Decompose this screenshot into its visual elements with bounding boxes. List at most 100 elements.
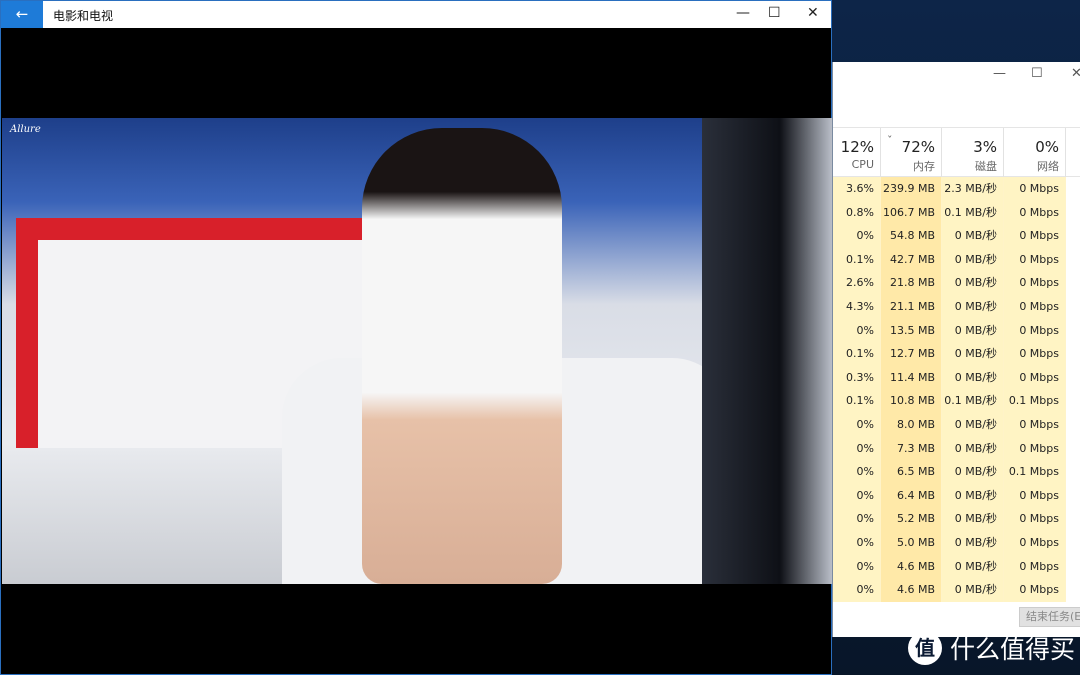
disk-cell: 0 MB/秒 bbox=[942, 247, 1004, 272]
logo-text: 什么值得买 bbox=[950, 635, 1076, 664]
cpu-cell: 0% bbox=[833, 436, 881, 461]
disk-cell: 0 MB/秒 bbox=[942, 507, 1004, 531]
network-cell: 0 Mbps bbox=[1004, 224, 1066, 248]
network-cell: 0 Mbps bbox=[1004, 554, 1066, 579]
memory-cell: 54.8 MB bbox=[881, 224, 942, 248]
process-row[interactable]: 0.1% 12.7 MB 0 MB/秒 0 Mbps bbox=[833, 342, 1080, 366]
network-cell: 0 Mbps bbox=[1004, 483, 1066, 508]
disk-cell: 0 MB/秒 bbox=[942, 365, 1004, 390]
process-row[interactable]: 0.3% 11.4 MB 0 MB/秒 0 Mbps bbox=[833, 365, 1080, 390]
memory-cell: 5.2 MB bbox=[881, 507, 942, 531]
title-bar: ← 电影和电视 — ☐ ✕ bbox=[1, 1, 831, 28]
cpu-cell: 0.1% bbox=[833, 342, 881, 366]
cpu-percent: 12% bbox=[840, 138, 874, 156]
maximize-button[interactable]: ☐ bbox=[1031, 66, 1043, 81]
network-cell: 0 Mbps bbox=[1004, 200, 1066, 225]
cpu-cell: 0.1% bbox=[833, 389, 881, 413]
cpu-cell: 3.6% bbox=[833, 177, 881, 201]
column-header-cpu[interactable]: 12% CPU bbox=[833, 128, 881, 178]
model-figure bbox=[362, 128, 562, 584]
network-cell: 0 Mbps bbox=[1004, 342, 1066, 366]
cpu-cell: 4.3% bbox=[833, 294, 881, 319]
cpu-cell: 0% bbox=[833, 318, 881, 343]
disk-cell: 0.1 MB/秒 bbox=[942, 389, 1004, 413]
minimize-button[interactable]: — bbox=[993, 66, 1006, 81]
disk-cell: 0 MB/秒 bbox=[942, 554, 1004, 579]
movies-tv-window: ← 电影和电视 — ☐ ✕ Allure bbox=[0, 0, 832, 675]
memory-cell: 4.6 MB bbox=[881, 578, 942, 602]
memory-cell: 13.5 MB bbox=[881, 318, 942, 343]
process-row[interactable]: 0% 8.0 MB 0 MB/秒 0 Mbps bbox=[833, 412, 1080, 437]
column-header-disk[interactable]: 3% 磁盘 bbox=[942, 128, 1004, 178]
maximize-button[interactable]: ☐ bbox=[768, 5, 781, 21]
cpu-cell: 0% bbox=[833, 578, 881, 602]
column-header-network[interactable]: 0% 网络 bbox=[1004, 128, 1066, 178]
network-cell: 0 Mbps bbox=[1004, 177, 1066, 201]
disk-cell: 2.3 MB/秒 bbox=[942, 177, 1004, 201]
process-row[interactable]: 0% 5.0 MB 0 MB/秒 0 Mbps bbox=[833, 530, 1080, 555]
network-cell: 0 Mbps bbox=[1004, 318, 1066, 343]
cpu-cell: 0% bbox=[833, 460, 881, 484]
zhi-logo-icon: 值 bbox=[908, 631, 942, 665]
process-row[interactable]: 0% 6.4 MB 0 MB/秒 0 Mbps bbox=[833, 483, 1080, 508]
process-row[interactable]: 0% 4.6 MB 0 MB/秒 0 Mbps bbox=[833, 554, 1080, 579]
network-cell: 0 Mbps bbox=[1004, 578, 1066, 602]
close-button[interactable]: ✕ bbox=[1071, 66, 1080, 81]
process-row[interactable]: 0% 5.2 MB 0 MB/秒 0 Mbps bbox=[833, 507, 1080, 531]
disk-label: 磁盘 bbox=[975, 160, 997, 173]
watermark-logo: 值 什么值得买 bbox=[908, 630, 1075, 666]
memory-cell: 239.9 MB bbox=[881, 177, 942, 201]
video-frame[interactable]: Allure bbox=[2, 118, 832, 584]
cpu-label: CPU bbox=[851, 158, 874, 171]
memory-cell: 6.4 MB bbox=[881, 483, 942, 508]
disk-percent: 3% bbox=[973, 138, 997, 156]
process-row[interactable]: 0% 4.6 MB 0 MB/秒 0 Mbps bbox=[833, 578, 1080, 602]
process-row[interactable]: 0.1% 42.7 MB 0 MB/秒 0 Mbps bbox=[833, 247, 1080, 272]
network-cell: 0 Mbps bbox=[1004, 507, 1066, 531]
network-cell: 0 Mbps bbox=[1004, 271, 1066, 295]
process-row[interactable]: 0% 13.5 MB 0 MB/秒 0 Mbps bbox=[833, 318, 1080, 343]
back-button[interactable]: ← bbox=[1, 1, 43, 28]
process-row[interactable]: 2.6% 21.8 MB 0 MB/秒 0 Mbps bbox=[833, 271, 1080, 295]
disk-cell: 0 MB/秒 bbox=[942, 224, 1004, 248]
sort-chevron-icon: ˇ bbox=[887, 134, 893, 147]
network-label: 网络 bbox=[1037, 160, 1059, 173]
process-row[interactable]: 0.1% 10.8 MB 0.1 MB/秒 0.1 Mbps bbox=[833, 389, 1080, 413]
process-row[interactable]: 4.3% 21.1 MB 0 MB/秒 0 Mbps bbox=[833, 294, 1080, 319]
video-watermark: Allure bbox=[10, 124, 41, 135]
boat-engine bbox=[702, 118, 832, 584]
process-row[interactable]: 0.8% 106.7 MB 0.1 MB/秒 0 Mbps bbox=[833, 200, 1080, 225]
cpu-cell: 0.3% bbox=[833, 365, 881, 390]
process-row[interactable]: 3.6% 239.9 MB 2.3 MB/秒 0 Mbps bbox=[833, 177, 1080, 201]
minimize-button[interactable]: — bbox=[736, 5, 750, 21]
memory-cell: 21.8 MB bbox=[881, 271, 942, 295]
network-cell: 0 Mbps bbox=[1004, 530, 1066, 555]
cpu-cell: 0% bbox=[833, 530, 881, 555]
disk-cell: 0 MB/秒 bbox=[942, 460, 1004, 484]
process-list: 3.6% 239.9 MB 2.3 MB/秒 0 Mbps 0.8% 106.7 MB 0.… bbox=[833, 177, 1080, 602]
process-row[interactable]: 0% 6.5 MB 0 MB/秒 0.1 Mbps bbox=[833, 460, 1080, 484]
column-header-memory[interactable]: ˇ 72% 内存 bbox=[881, 128, 942, 178]
cpu-cell: 0.1% bbox=[833, 247, 881, 272]
column-headers: 12% CPU ˇ 72% 内存 3% 磁盘 0% 网络 bbox=[833, 127, 1080, 178]
end-task-button[interactable]: 结束任务(E) bbox=[1019, 607, 1080, 627]
memory-cell: 11.4 MB bbox=[881, 365, 942, 390]
memory-cell: 42.7 MB bbox=[881, 247, 942, 272]
cpu-cell: 0% bbox=[833, 412, 881, 437]
disk-cell: 0 MB/秒 bbox=[942, 436, 1004, 461]
memory-cell: 6.5 MB bbox=[881, 460, 942, 484]
disk-cell: 0 MB/秒 bbox=[942, 412, 1004, 437]
network-cell: 0 Mbps bbox=[1004, 365, 1066, 390]
network-cell: 0 Mbps bbox=[1004, 436, 1066, 461]
process-row[interactable]: 0% 7.3 MB 0 MB/秒 0 Mbps bbox=[833, 436, 1080, 461]
disk-cell: 0 MB/秒 bbox=[942, 483, 1004, 508]
memory-cell: 12.7 MB bbox=[881, 342, 942, 366]
disk-cell: 0 MB/秒 bbox=[942, 342, 1004, 366]
disk-cell: 0 MB/秒 bbox=[942, 318, 1004, 343]
cpu-cell: 0% bbox=[833, 507, 881, 531]
task-manager-window: — ☐ ✕ 12% CPU ˇ 72% 内存 3% 磁盘 0% 网络 3.6% 239.9 … bbox=[832, 62, 1080, 637]
memory-cell: 8.0 MB bbox=[881, 412, 942, 437]
close-button[interactable]: ✕ bbox=[807, 5, 819, 21]
process-row[interactable]: 0% 54.8 MB 0 MB/秒 0 Mbps bbox=[833, 224, 1080, 248]
network-percent: 0% bbox=[1035, 138, 1059, 156]
